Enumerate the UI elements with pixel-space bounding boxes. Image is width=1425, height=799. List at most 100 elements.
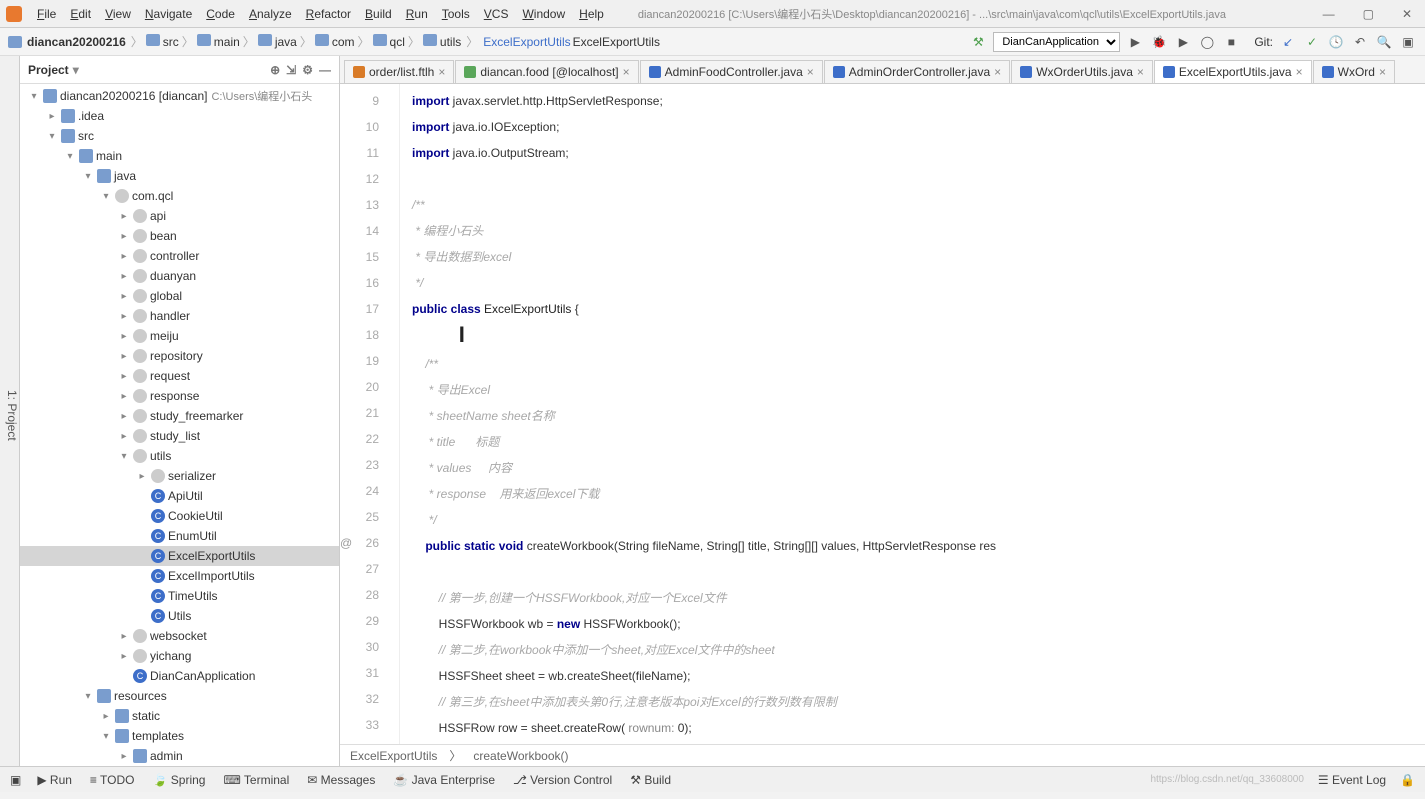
crumb-part[interactable]: src — [163, 35, 179, 49]
status-version-control[interactable]: ⎇ Version Control — [513, 773, 612, 787]
tree-node[interactable]: ▸websocket — [20, 626, 339, 646]
maximize-button[interactable]: ▢ — [1356, 7, 1381, 21]
project-target-icon[interactable]: ⊕ — [270, 63, 280, 77]
coverage-button[interactable]: ▶ — [1174, 33, 1192, 51]
tree-node[interactable]: ▾main — [20, 146, 339, 166]
tree-node[interactable]: ▸yichang — [20, 646, 339, 666]
menu-code[interactable]: Code — [199, 7, 242, 21]
menu-tools[interactable]: Tools — [435, 7, 477, 21]
editor-tab[interactable]: WxOrd× — [1313, 60, 1395, 83]
tree-node[interactable]: ▸study_list — [20, 426, 339, 446]
project-expand-icon[interactable]: ⇲ — [286, 63, 296, 77]
editor-tab[interactable]: ExcelExportUtils.java× — [1154, 60, 1312, 83]
vcs-history-icon[interactable]: 🕓 — [1327, 33, 1345, 51]
menu-navigate[interactable]: Navigate — [138, 7, 199, 21]
settings-icon[interactable]: ▣ — [1399, 33, 1417, 51]
vcs-update-icon[interactable]: ↙ — [1279, 33, 1297, 51]
tree-node[interactable]: ▸serializer — [20, 466, 339, 486]
tree-node[interactable]: ▸.idea — [20, 106, 339, 126]
tree-node[interactable]: ▾diancan20200216 [diancan]C:\Users\编程小石头 — [20, 86, 339, 106]
debug-button[interactable]: 🐞 — [1150, 33, 1168, 51]
menu-build[interactable]: Build — [358, 7, 399, 21]
vcs-commit-icon[interactable]: ✓ — [1303, 33, 1321, 51]
tree-node[interactable]: ▸study_freemarker — [20, 406, 339, 426]
editor-tab[interactable]: AdminOrderController.java× — [824, 60, 1010, 83]
status-spring[interactable]: 🍃 Spring — [153, 773, 206, 787]
tab-close-icon[interactable]: × — [807, 65, 814, 79]
tree-node[interactable]: CTimeUtils — [20, 586, 339, 606]
project-settings-icon[interactable]: ⚙ — [302, 63, 313, 77]
tree-node[interactable]: ▸response — [20, 386, 339, 406]
tree-node[interactable]: ▸meiju — [20, 326, 339, 346]
tab-close-icon[interactable]: × — [1296, 65, 1303, 79]
tree-node[interactable]: ▸admin — [20, 746, 339, 766]
tab-close-icon[interactable]: × — [1379, 65, 1386, 79]
menu-vcs[interactable]: VCS — [477, 7, 516, 21]
status-terminal[interactable]: ⌨ Terminal — [223, 773, 289, 787]
event-log[interactable]: ☰ Event Log — [1318, 773, 1386, 787]
crumb-current[interactable]: ExcelExportUtils — [483, 35, 570, 49]
tab-close-icon[interactable]: × — [623, 65, 630, 79]
editor-tab[interactable]: order/list.ftlh× — [344, 60, 454, 83]
tree-node[interactable]: ▸request — [20, 366, 339, 386]
tab-close-icon[interactable]: × — [1137, 65, 1144, 79]
editor-tab[interactable]: AdminFoodController.java× — [640, 60, 823, 83]
status-todo[interactable]: ≡ TODO — [90, 773, 135, 787]
tree-node[interactable]: ▾src — [20, 126, 339, 146]
editor-tab[interactable]: diancan.food [@localhost]× — [455, 60, 638, 83]
tree-node[interactable]: ▸static — [20, 706, 339, 726]
project-tree[interactable]: ▾diancan20200216 [diancan]C:\Users\编程小石头… — [20, 84, 339, 766]
status-java-enterprise[interactable]: ☕ Java Enterprise — [393, 773, 495, 787]
tree-node[interactable]: ▸controller — [20, 246, 339, 266]
rail-project[interactable]: 1: Project — [5, 390, 19, 441]
status-run[interactable]: ▶ Run — [37, 773, 72, 787]
status-build[interactable]: ⚒ Build — [630, 773, 671, 787]
menu-file[interactable]: File — [30, 7, 63, 21]
tree-node[interactable]: ▸api — [20, 206, 339, 226]
menu-window[interactable]: Window — [515, 7, 572, 21]
crumb-project[interactable]: diancan20200216 — [27, 35, 126, 49]
tree-node[interactable]: ▸duanyan — [20, 266, 339, 286]
status-lock-icon[interactable]: 🔒 — [1400, 773, 1415, 787]
tree-node[interactable]: CEnumUtil — [20, 526, 339, 546]
run-config-select[interactable]: DianCanApplication — [993, 32, 1120, 52]
menu-help[interactable]: Help — [572, 7, 611, 21]
stop-button[interactable]: ■ — [1222, 33, 1240, 51]
tree-node[interactable]: ▾resources — [20, 686, 339, 706]
tree-node[interactable]: CExcelImportUtils — [20, 566, 339, 586]
crumb-part[interactable]: main — [214, 35, 240, 49]
tree-node[interactable]: ▾com.qcl — [20, 186, 339, 206]
menu-run[interactable]: Run — [399, 7, 435, 21]
profile-button[interactable]: ◯ — [1198, 33, 1216, 51]
tree-node[interactable]: ▸bean — [20, 226, 339, 246]
project-hide-icon[interactable]: — — [319, 63, 331, 77]
tree-node[interactable]: CApiUtil — [20, 486, 339, 506]
tab-close-icon[interactable]: × — [994, 65, 1001, 79]
minimize-button[interactable]: — — [1316, 7, 1342, 21]
build-icon[interactable]: ⚒ — [969, 33, 987, 51]
tree-node[interactable]: CUtils — [20, 606, 339, 626]
menu-view[interactable]: View — [98, 7, 138, 21]
tree-node[interactable]: ▾utils — [20, 446, 339, 466]
tree-node[interactable]: CExcelExportUtils — [20, 546, 339, 566]
crumb-part[interactable]: utils — [440, 35, 461, 49]
crumb-part[interactable]: qcl — [390, 35, 405, 49]
menu-analyze[interactable]: Analyze — [242, 7, 299, 21]
status-tool-window-icon[interactable]: ▣ — [10, 773, 21, 787]
tree-node[interactable]: ▸handler — [20, 306, 339, 326]
menu-edit[interactable]: Edit — [63, 7, 98, 21]
menu-refactor[interactable]: Refactor — [299, 7, 358, 21]
tree-node[interactable]: ▸global — [20, 286, 339, 306]
code-editor[interactable]: import javax.servlet.http.HttpServletRes… — [400, 84, 1425, 744]
tree-node[interactable]: CCookieUtil — [20, 506, 339, 526]
tab-close-icon[interactable]: × — [438, 65, 445, 79]
search-icon[interactable]: 🔍 — [1375, 33, 1393, 51]
crumb-part[interactable]: com — [332, 35, 355, 49]
tree-node[interactable]: ▸repository — [20, 346, 339, 366]
crumb-part[interactable]: java — [275, 35, 297, 49]
editor-tab[interactable]: WxOrderUtils.java× — [1011, 60, 1153, 83]
tree-node[interactable]: ▾templates — [20, 726, 339, 746]
tree-node[interactable]: ▾java — [20, 166, 339, 186]
vcs-revert-icon[interactable]: ↶ — [1351, 33, 1369, 51]
tree-node[interactable]: CDianCanApplication — [20, 666, 339, 686]
